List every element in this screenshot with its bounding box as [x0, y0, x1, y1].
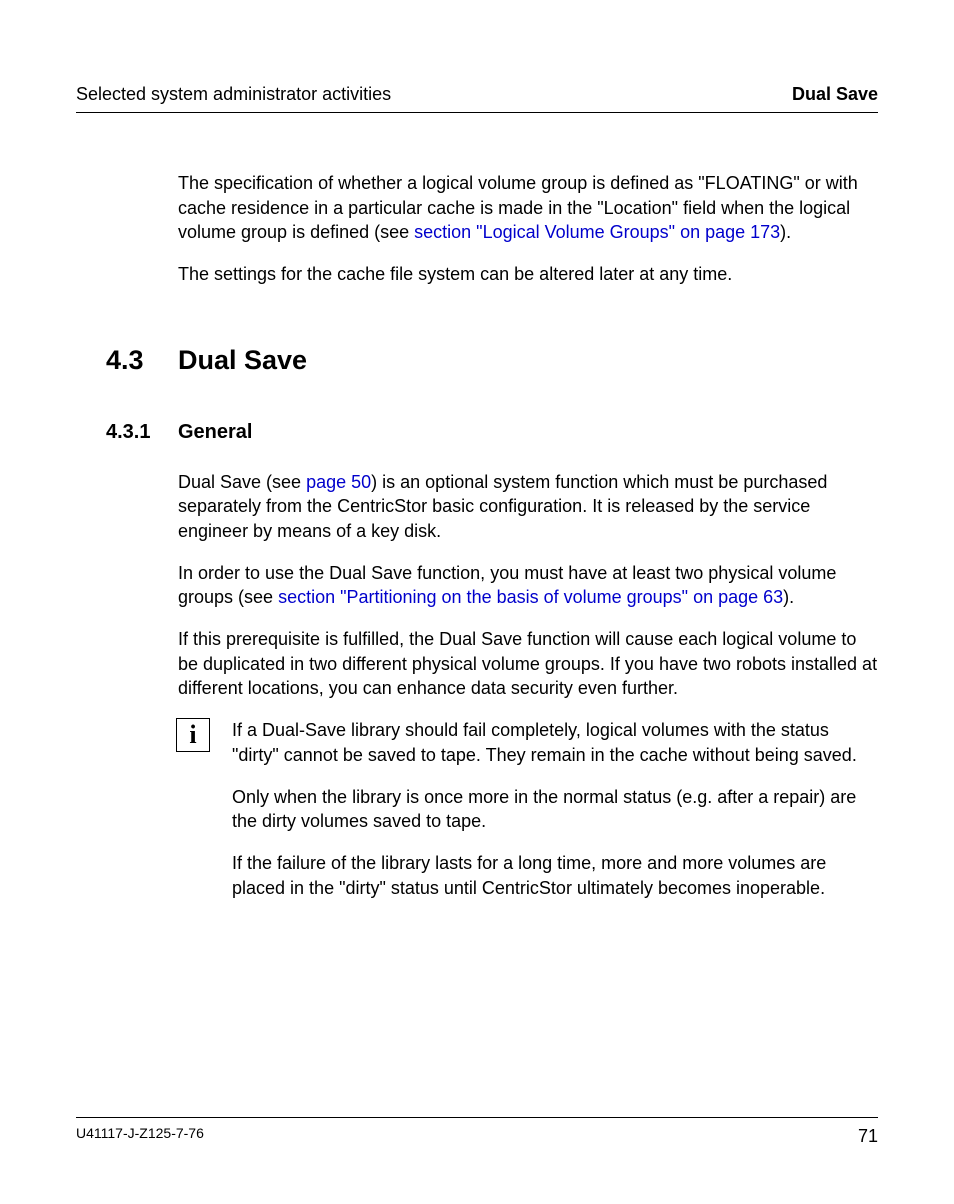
content-column: The specification of whether a logical v… — [76, 113, 878, 900]
text: ). — [783, 587, 794, 607]
subsection-title: General — [178, 419, 252, 446]
link-logical-volume-groups[interactable]: section "Logical Volume Groups" on page … — [414, 222, 780, 242]
text: ). — [780, 222, 791, 242]
text: Dual Save (see — [178, 472, 306, 492]
intro-paragraph-2: The settings for the cache file system c… — [178, 262, 878, 286]
body-paragraph-1: Dual Save (see page 50) is an optional s… — [178, 470, 878, 543]
header-left: Selected system administrator activities — [76, 82, 391, 106]
subsection-heading: 4.3.1 General — [76, 419, 878, 446]
footer-doc-id: U41117-J-Z125-7-76 — [76, 1124, 204, 1148]
note-paragraph-1: If a Dual-Save library should fail compl… — [232, 718, 878, 767]
subsection-number: 4.3.1 — [76, 419, 178, 446]
body-paragraph-2: In order to use the Dual Save function, … — [178, 561, 878, 610]
running-footer: U41117-J-Z125-7-76 71 — [76, 1117, 878, 1148]
section-number: 4.3 — [76, 342, 178, 378]
section-title: Dual Save — [178, 342, 307, 378]
footer-page-number: 71 — [858, 1124, 878, 1148]
note-paragraph-3: If the failure of the library lasts for … — [232, 851, 878, 900]
link-partitioning-section[interactable]: section "Partitioning on the basis of vo… — [278, 587, 783, 607]
page: Selected system administrator activities… — [0, 0, 954, 1204]
body-paragraph-3: If this prerequisite is fulfilled, the D… — [178, 627, 878, 700]
info-note: i If a Dual-Save library should fail com… — [232, 718, 878, 900]
running-header: Selected system administrator activities… — [76, 82, 878, 113]
header-right: Dual Save — [792, 82, 878, 106]
note-paragraph-2: Only when the library is once more in th… — [232, 785, 878, 834]
link-page-50[interactable]: page 50 — [306, 472, 371, 492]
intro-paragraph-1: The specification of whether a logical v… — [178, 171, 878, 244]
section-heading: 4.3 Dual Save — [76, 342, 878, 378]
info-icon: i — [176, 718, 210, 752]
